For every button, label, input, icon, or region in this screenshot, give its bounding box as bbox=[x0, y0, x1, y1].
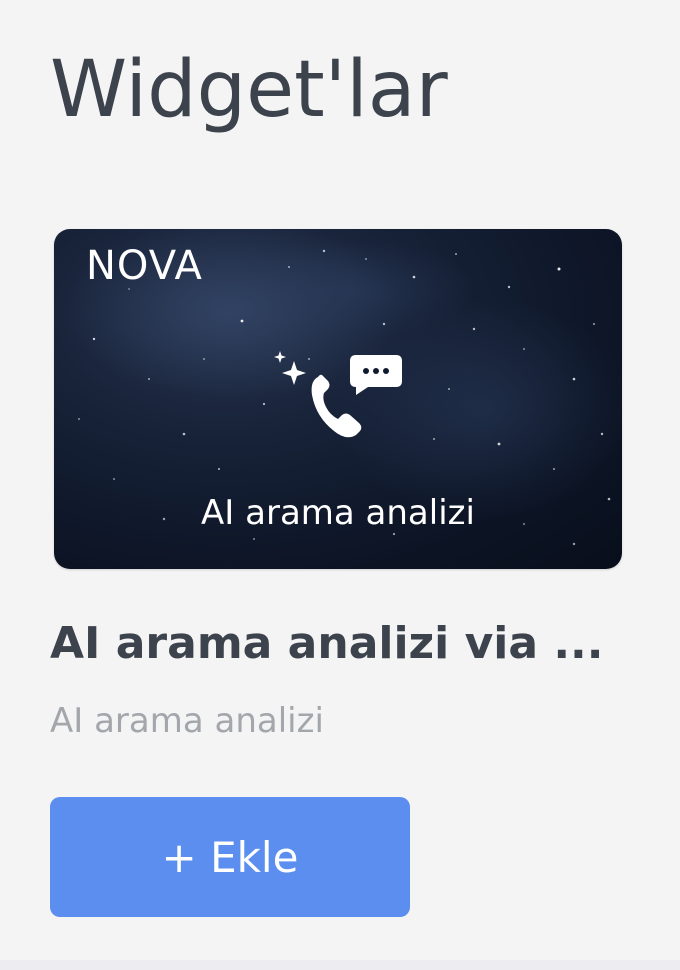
widgets-panel: Widget'lar NOVA AI arama analizi AI aram… bbox=[0, 0, 680, 960]
add-widget-button[interactable]: + Ekle bbox=[50, 797, 410, 917]
sparkle-phone-chat-icon bbox=[274, 351, 402, 438]
widget-subtitle: AI arama analizi bbox=[50, 701, 324, 741]
widget-card-image[interactable]: NOVA AI arama analizi bbox=[54, 229, 622, 569]
card-caption: AI arama analizi bbox=[201, 493, 475, 533]
bottom-divider bbox=[0, 960, 680, 970]
widget-name: AI arama analizi via ... bbox=[50, 618, 604, 669]
page-title: Widget'lar bbox=[50, 45, 448, 135]
nova-logo: NOVA bbox=[86, 243, 203, 289]
